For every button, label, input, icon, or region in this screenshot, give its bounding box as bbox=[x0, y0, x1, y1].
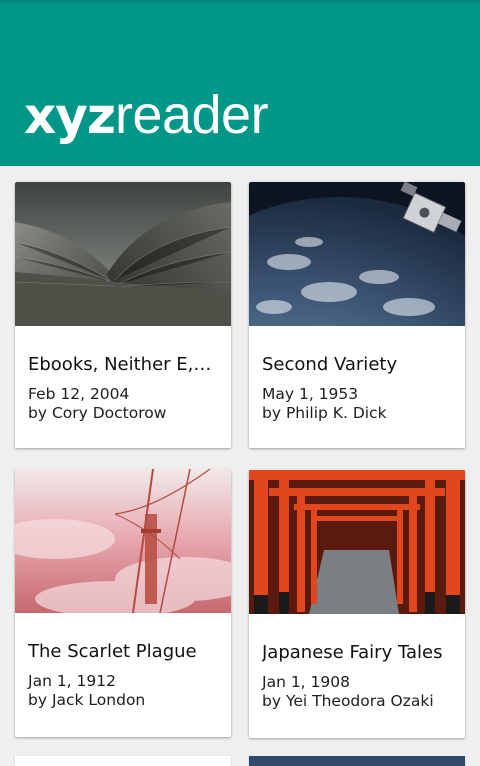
article-meta: Jan 1, 1912 by Jack London bbox=[28, 672, 145, 710]
article-meta: May 1, 1953 by Philip K. Dick bbox=[262, 385, 387, 423]
article-author: by Cory Doctorow bbox=[28, 404, 167, 422]
article-card-peek[interactable] bbox=[249, 756, 465, 766]
article-thumbnail bbox=[249, 470, 465, 614]
article-date: May 1, 1953 bbox=[262, 385, 359, 403]
article-title: Second Variety bbox=[262, 354, 398, 375]
app-logo: xyz reader bbox=[24, 84, 269, 156]
article-author: by Philip K. Dick bbox=[262, 404, 387, 422]
article-card[interactable]: Second Variety May 1, 1953 by Philip K. … bbox=[249, 182, 465, 448]
article-date: Jan 1, 1908 bbox=[262, 673, 350, 691]
article-thumbnail bbox=[15, 469, 231, 613]
article-title: Ebooks, Neither E,… bbox=[28, 354, 212, 375]
article-card-peek[interactable] bbox=[15, 756, 231, 766]
article-meta: Feb 12, 2004 by Cory Doctorow bbox=[28, 385, 166, 423]
article-date: Jan 1, 1912 bbox=[28, 672, 116, 690]
article-title: Japanese Fairy Tales bbox=[262, 642, 443, 663]
article-author: by Jack London bbox=[28, 691, 146, 709]
status-bar-shadow bbox=[0, 0, 480, 3]
article-author: by Yei Theodora Ozaki bbox=[262, 692, 434, 710]
logo-light-part: reader bbox=[114, 85, 269, 145]
logo-bold-part: xyz bbox=[24, 87, 116, 145]
article-thumbnail bbox=[15, 182, 231, 326]
app-bar: xyz reader bbox=[0, 0, 480, 166]
article-card[interactable]: Ebooks, Neither E,… Feb 12, 2004 by Cory… bbox=[15, 182, 231, 448]
article-date: Feb 12, 2004 bbox=[28, 385, 130, 403]
article-card[interactable]: The Scarlet Plague Jan 1, 1912 by Jack L… bbox=[15, 469, 231, 737]
article-card[interactable]: Japanese Fairy Tales Jan 1, 1908 by Yei … bbox=[249, 470, 465, 738]
article-thumbnail bbox=[249, 182, 465, 326]
article-meta: Jan 1, 1908 by Yei Theodora Ozaki bbox=[262, 673, 434, 711]
article-title: The Scarlet Plague bbox=[28, 641, 197, 662]
